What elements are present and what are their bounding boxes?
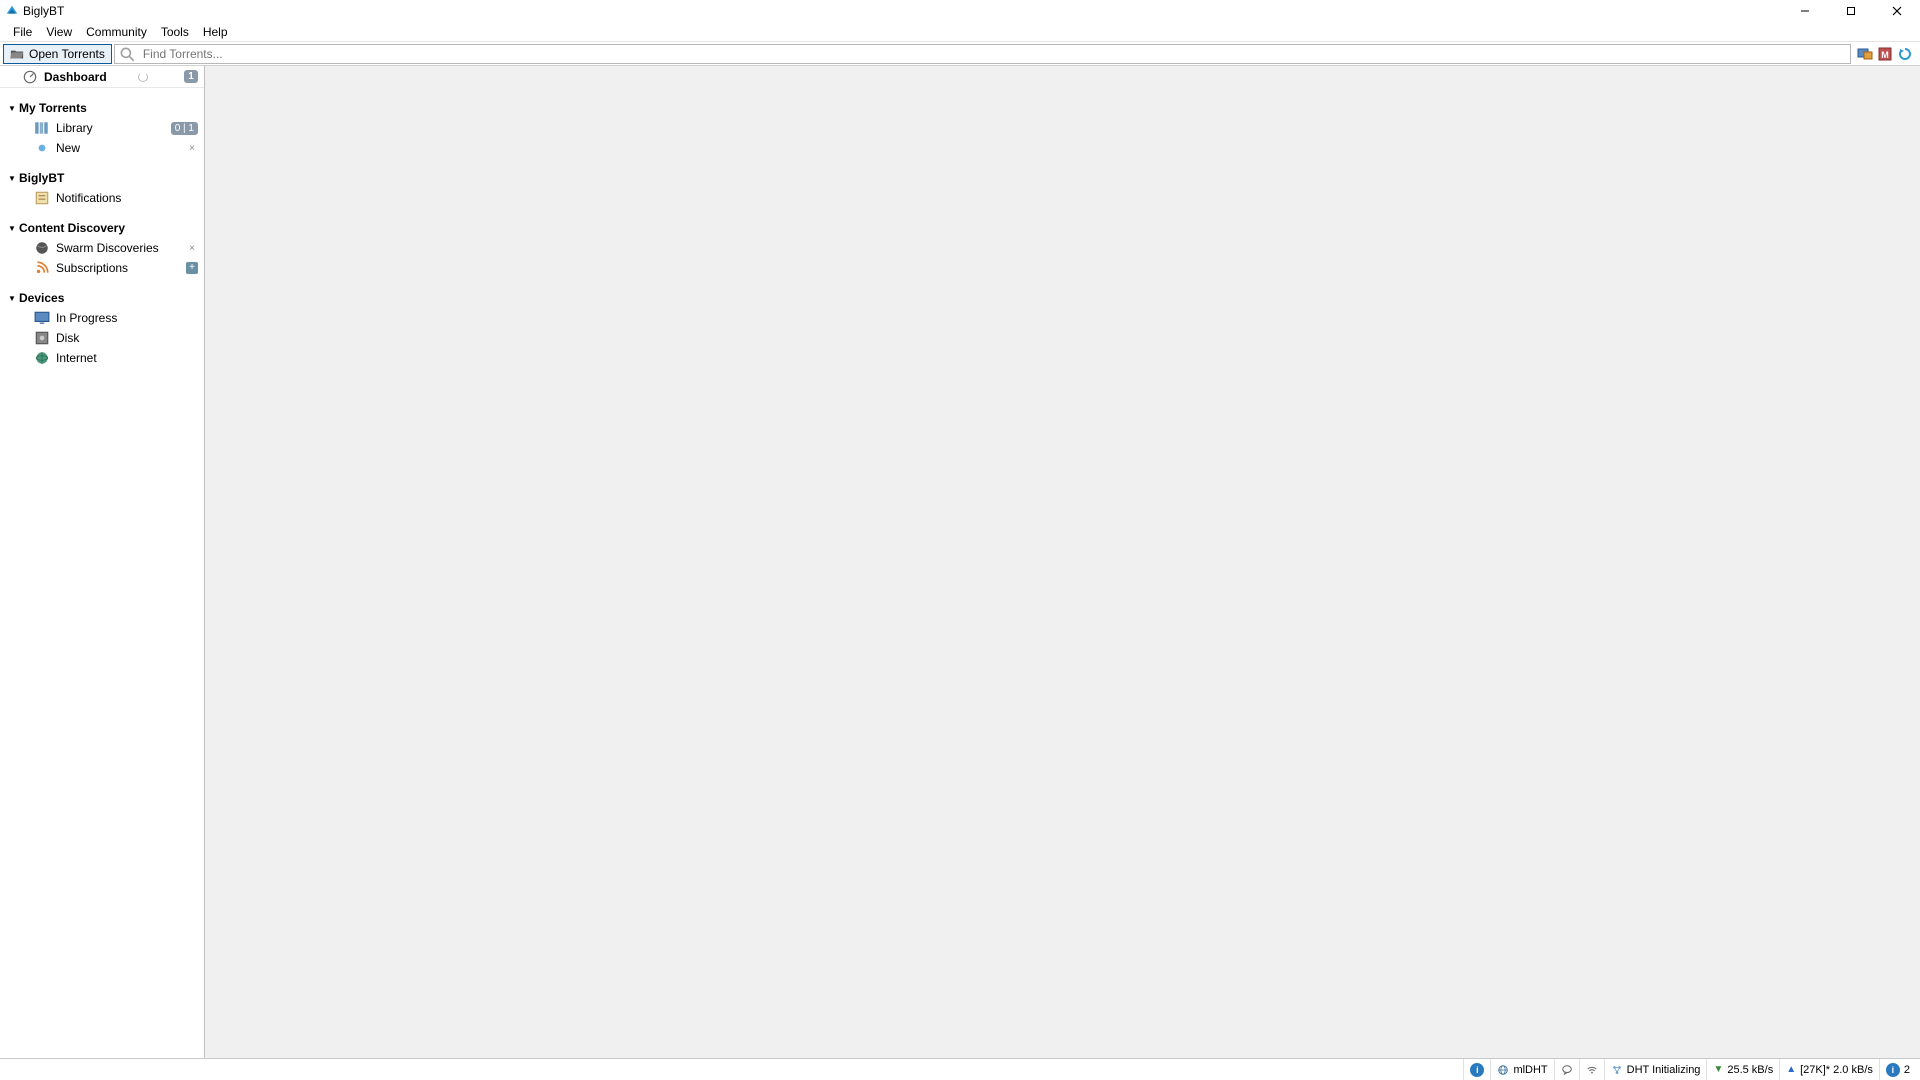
download-speed-label: 25.5 kB/s [1727, 1064, 1773, 1076]
sidebar-dashboard[interactable]: Dashboard 1 [0, 66, 204, 88]
menu-tools[interactable]: Tools [154, 25, 196, 39]
info-icon: i [1886, 1063, 1900, 1077]
close-icon[interactable]: × [186, 143, 198, 154]
main-body: Dashboard 1 ▼ My Torrents Library 0 | 1 … [0, 66, 1920, 1058]
sidebar-item-swarm-discoveries[interactable]: Swarm Discoveries × [0, 238, 204, 258]
item-label: New [56, 141, 80, 155]
item-label: Disk [56, 331, 79, 345]
mldht-label: mlDHT [1513, 1064, 1547, 1076]
content-area [205, 66, 1920, 1058]
item-label: Internet [56, 351, 97, 365]
sidebar-item-subscriptions[interactable]: Subscriptions + [0, 258, 204, 278]
caret-down-icon: ▼ [8, 104, 16, 113]
status-alerts[interactable]: i 2 [1879, 1059, 1916, 1080]
section-label: My Torrents [19, 101, 87, 115]
dashboard-badge: 1 [184, 70, 198, 83]
library-icon [34, 121, 50, 135]
wifi-icon [1586, 1064, 1598, 1076]
sidebar: Dashboard 1 ▼ My Torrents Library 0 | 1 … [0, 66, 205, 1058]
monitor-icon [34, 311, 50, 325]
toolbar: Open Torrents M [0, 42, 1920, 66]
caret-down-icon: ▼ [8, 224, 16, 233]
search-input[interactable] [139, 47, 1850, 61]
sidebar-header-devices[interactable]: ▼ Devices [0, 288, 204, 308]
close-icon[interactable]: × [186, 243, 198, 254]
sidebar-item-library[interactable]: Library 0 | 1 [0, 118, 204, 138]
sidebar-item-new[interactable]: New × [0, 138, 204, 158]
toolbar-icon-1[interactable] [1857, 46, 1873, 62]
open-torrents-label: Open Torrents [29, 47, 105, 61]
upload-speed-label: [27K]* 2.0 kB/s [1800, 1064, 1873, 1076]
rss-icon [34, 261, 50, 275]
toolbar-icon-2[interactable]: M [1877, 46, 1893, 62]
menu-community[interactable]: Community [79, 25, 154, 39]
section-label: Devices [19, 291, 64, 305]
statusbar: i mlDHT DHT Initializing ▼ 25.5 kB/s ▲ [… [0, 1058, 1920, 1080]
chat-icon [1561, 1064, 1573, 1076]
dht-icon [1611, 1064, 1623, 1076]
dht-label: DHT Initializing [1627, 1064, 1701, 1076]
caret-down-icon: ▼ [8, 294, 16, 303]
sidebar-item-in-progress[interactable]: In Progress [0, 308, 204, 328]
window-controls [1782, 0, 1920, 22]
globe-dark-icon [34, 241, 50, 255]
open-torrents-button[interactable]: Open Torrents [3, 44, 112, 64]
dashboard-label: Dashboard [44, 70, 107, 84]
app-icon [5, 4, 19, 18]
alerts-count: 2 [1904, 1064, 1910, 1076]
globe-small-icon [1497, 1064, 1509, 1076]
section-label: Content Discovery [19, 221, 125, 235]
svg-text:M: M [1881, 50, 1889, 60]
minimize-button[interactable] [1782, 0, 1828, 22]
status-mldht[interactable]: mlDHT [1490, 1059, 1553, 1080]
globe-icon [34, 351, 50, 365]
status-chat-icon[interactable] [1554, 1059, 1579, 1080]
folder-open-icon [10, 48, 24, 60]
sidebar-item-notifications[interactable]: Notifications [0, 188, 204, 208]
sidebar-header-my-torrents[interactable]: ▼ My Torrents [0, 98, 204, 118]
status-info-button[interactable]: i [1463, 1059, 1490, 1080]
menubar: File View Community Tools Help [0, 22, 1920, 42]
item-label: Notifications [56, 191, 121, 205]
item-label: In Progress [56, 311, 117, 325]
toolbar-refresh-icon[interactable] [1897, 46, 1913, 62]
search-box[interactable] [114, 44, 1851, 64]
disk-icon [34, 331, 50, 345]
menu-help[interactable]: Help [196, 25, 235, 39]
sidebar-header-content-discovery[interactable]: ▼ Content Discovery [0, 218, 204, 238]
titlebar: BiglyBT [0, 0, 1920, 22]
library-badge: 0 | 1 [171, 122, 198, 135]
sidebar-item-disk[interactable]: Disk [0, 328, 204, 348]
menu-view[interactable]: View [39, 25, 79, 39]
add-icon[interactable]: + [186, 262, 198, 274]
toolbar-right-icons: M [1853, 46, 1917, 62]
sidebar-header-biglybt[interactable]: ▼ BiglyBT [0, 168, 204, 188]
maximize-button[interactable] [1828, 0, 1874, 22]
status-upload-speed[interactable]: ▲ [27K]* 2.0 kB/s [1779, 1059, 1879, 1080]
status-dht[interactable]: DHT Initializing [1604, 1059, 1707, 1080]
loading-spinner-icon [138, 72, 148, 82]
note-icon [34, 191, 50, 205]
dot-icon [34, 141, 50, 155]
item-label: Library [56, 121, 93, 135]
download-icon: ▼ [1713, 1064, 1723, 1075]
menu-file[interactable]: File [6, 25, 39, 39]
item-label: Subscriptions [56, 261, 128, 275]
status-wifi-icon[interactable] [1579, 1059, 1604, 1080]
caret-down-icon: ▼ [8, 174, 16, 183]
close-button[interactable] [1874, 0, 1920, 22]
dashboard-icon [22, 70, 38, 84]
info-icon: i [1470, 1063, 1484, 1077]
section-label: BiglyBT [19, 171, 64, 185]
status-download-speed[interactable]: ▼ 25.5 kB/s [1706, 1059, 1779, 1080]
item-label: Swarm Discoveries [56, 241, 159, 255]
sidebar-item-internet[interactable]: Internet [0, 348, 204, 368]
search-icon [118, 45, 136, 63]
upload-icon: ▲ [1786, 1064, 1796, 1075]
window-title: BiglyBT [23, 4, 64, 18]
